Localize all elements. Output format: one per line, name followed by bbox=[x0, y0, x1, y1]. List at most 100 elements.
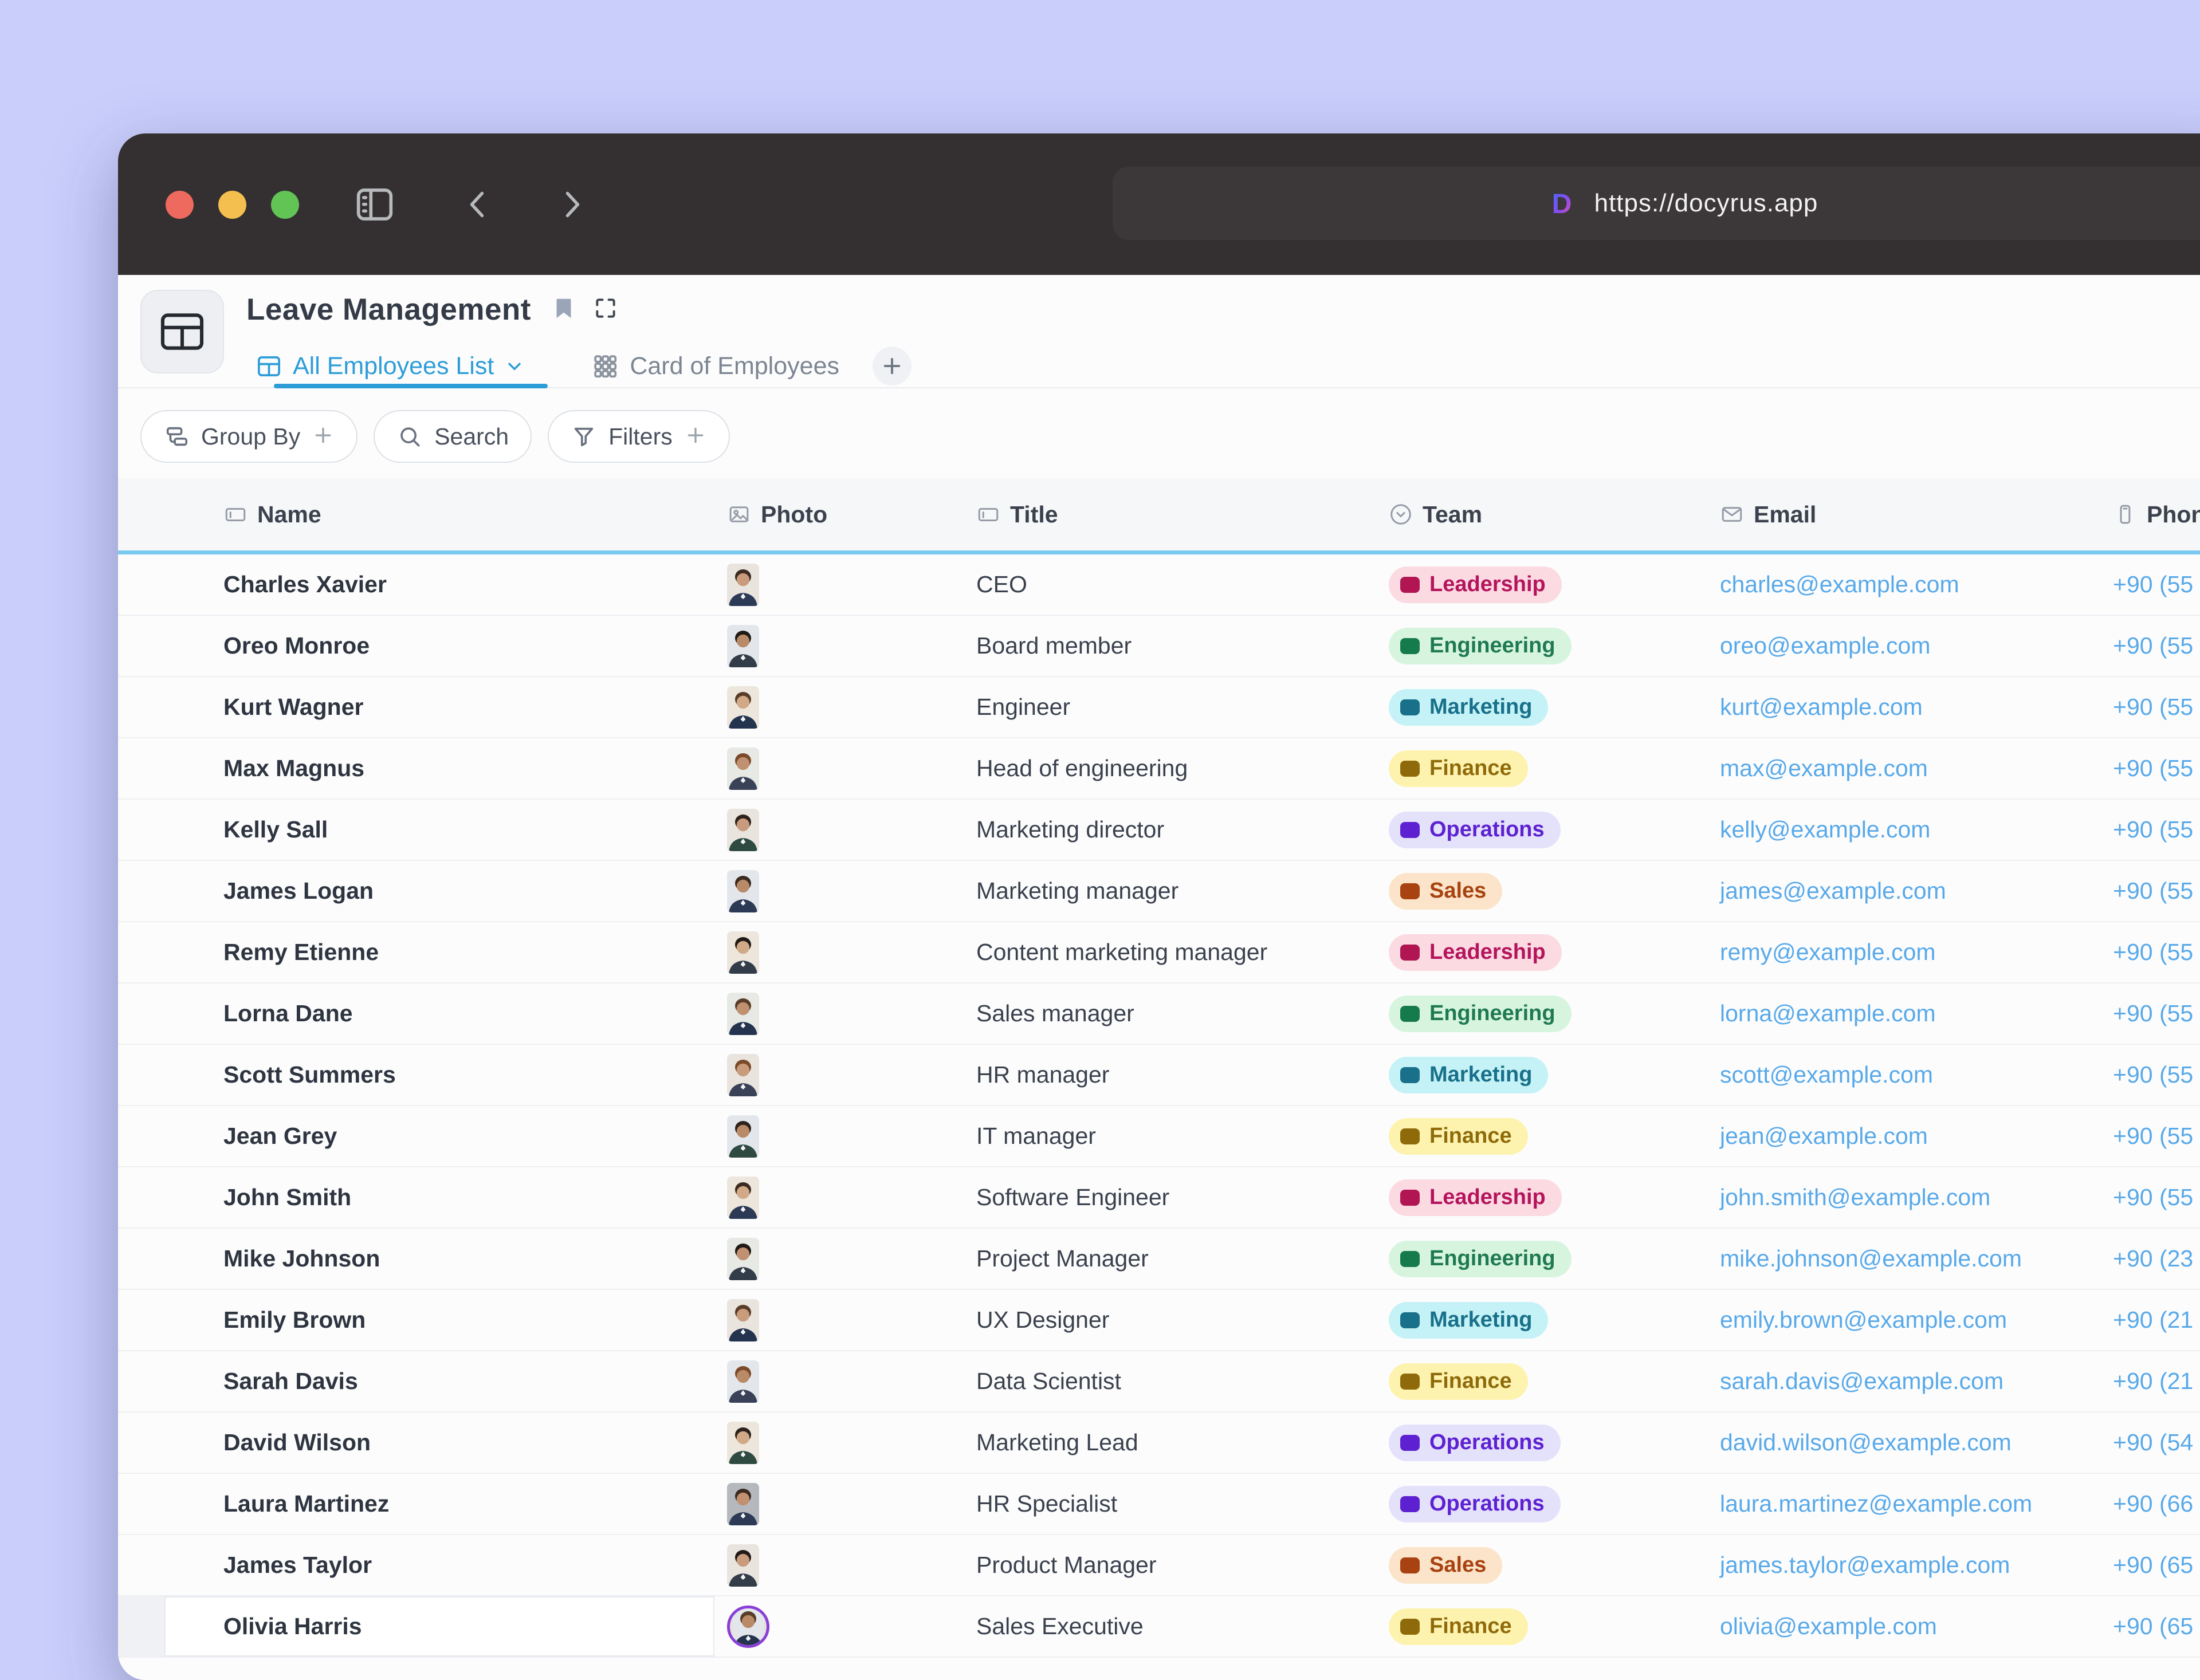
team-cell[interactable]: Engineering bbox=[1381, 627, 1711, 664]
minimize-button[interactable] bbox=[218, 191, 246, 219]
table-row[interactable]: Lorna Dane Sales manager Engineering lorna@… bbox=[118, 983, 2200, 1045]
zoom-button[interactable] bbox=[271, 191, 299, 219]
name-cell[interactable]: Kelly Sall bbox=[164, 816, 714, 843]
title-cell[interactable]: Product Manager bbox=[967, 1552, 1381, 1579]
table-row[interactable]: John Smith Software Engineer Leadership joh… bbox=[118, 1167, 2200, 1229]
employee-photo[interactable] bbox=[727, 563, 759, 606]
table-row[interactable]: Oreo Monroe Board member Engineering oreo@e… bbox=[118, 616, 2200, 677]
phone-cell[interactable]: +90 (54 bbox=[2104, 1429, 2200, 1456]
name-cell[interactable]: James Logan bbox=[164, 878, 714, 904]
table-row[interactable]: Kelly Sall Marketing director Operations ke… bbox=[118, 800, 2200, 861]
photo-cell[interactable] bbox=[714, 686, 967, 729]
phone-cell[interactable]: +90 (55 bbox=[2104, 755, 2200, 782]
photo-cell[interactable] bbox=[714, 1237, 967, 1280]
email-cell[interactable]: james@example.com bbox=[1711, 878, 2104, 904]
title-cell[interactable]: Sales Executive bbox=[967, 1613, 1381, 1640]
team-cell[interactable]: Marketing bbox=[1381, 688, 1711, 726]
name-cell[interactable]: Jean Grey bbox=[164, 1123, 714, 1150]
email-cell[interactable]: mike.johnson@example.com bbox=[1711, 1245, 2104, 1272]
photo-cell[interactable] bbox=[714, 1176, 967, 1219]
team-cell[interactable]: Finance bbox=[1381, 1363, 1711, 1400]
photo-cell[interactable] bbox=[714, 1544, 967, 1587]
phone-cell[interactable]: +90 (65 bbox=[2104, 1613, 2200, 1640]
team-cell[interactable]: Sales bbox=[1381, 1547, 1711, 1584]
group-by-button[interactable]: Group By bbox=[140, 410, 358, 463]
photo-cell[interactable] bbox=[714, 1053, 967, 1096]
table-row[interactable]: Laura Martinez HR Specialist Operations lau… bbox=[118, 1474, 2200, 1535]
team-cell[interactable]: Marketing bbox=[1381, 1056, 1711, 1093]
title-cell[interactable]: Sales manager bbox=[967, 1000, 1381, 1027]
phone-cell[interactable]: +90 (23 bbox=[2104, 1245, 2200, 1272]
table-row[interactable]: Mike Johnson Project Manager Engineering mi… bbox=[118, 1229, 2200, 1290]
email-cell[interactable]: charles@example.com bbox=[1711, 571, 2104, 598]
team-cell[interactable]: Leadership bbox=[1381, 934, 1711, 971]
phone-cell[interactable]: +90 (55 bbox=[2104, 1184, 2200, 1211]
name-cell[interactable]: Oreo Monroe bbox=[164, 632, 714, 659]
employee-email[interactable]: max@example.com bbox=[1720, 755, 1928, 781]
email-cell[interactable]: lorna@example.com bbox=[1711, 1000, 2104, 1027]
email-cell[interactable]: scott@example.com bbox=[1711, 1061, 2104, 1088]
title-cell[interactable]: Content marketing manager bbox=[967, 939, 1381, 966]
photo-cell[interactable] bbox=[714, 992, 967, 1035]
employee-phone[interactable]: +90 (55 bbox=[2113, 816, 2193, 843]
employee-phone[interactable]: +90 (55 bbox=[2113, 939, 2193, 965]
employee-photo[interactable] bbox=[727, 931, 759, 974]
employee-photo[interactable] bbox=[727, 992, 759, 1035]
employee-email[interactable]: jean@example.com bbox=[1720, 1123, 1928, 1149]
employee-phone[interactable]: +90 (65 bbox=[2113, 1552, 2193, 1578]
title-cell[interactable]: Head of engineering bbox=[967, 755, 1381, 782]
column-header-team[interactable]: Team bbox=[1381, 478, 1711, 550]
title-cell[interactable]: CEO bbox=[967, 571, 1381, 598]
tab-card-of-employees[interactable]: Card of Employees bbox=[591, 352, 839, 380]
employee-phone[interactable]: +90 (55 bbox=[2113, 632, 2193, 659]
table-row[interactable]: Emily Brown UX Designer Marketing emily.bro… bbox=[118, 1290, 2200, 1351]
team-cell[interactable]: Operations bbox=[1381, 811, 1711, 848]
close-button[interactable] bbox=[166, 191, 194, 219]
email-cell[interactable]: david.wilson@example.com bbox=[1711, 1429, 2104, 1456]
name-cell[interactable]: Emily Brown bbox=[164, 1307, 714, 1333]
column-header-photo[interactable]: Photo bbox=[714, 478, 967, 550]
phone-cell[interactable]: +90 (55 bbox=[2104, 878, 2200, 904]
team-cell[interactable]: Finance bbox=[1381, 1118, 1711, 1155]
employee-email[interactable]: john.smith@example.com bbox=[1720, 1184, 1990, 1210]
team-cell[interactable]: Sales bbox=[1381, 872, 1711, 910]
bookmark-icon[interactable] bbox=[551, 295, 577, 324]
title-cell[interactable]: Data Scientist bbox=[967, 1368, 1381, 1395]
name-cell[interactable]: Mike Johnson bbox=[164, 1245, 714, 1272]
name-cell[interactable]: Sarah Davis bbox=[164, 1368, 714, 1395]
name-cell[interactable]: Scott Summers bbox=[164, 1061, 714, 1088]
photo-cell[interactable] bbox=[714, 1605, 967, 1648]
team-cell[interactable]: Leadership bbox=[1381, 566, 1711, 603]
employee-email[interactable]: david.wilson@example.com bbox=[1720, 1429, 2012, 1455]
employee-email[interactable]: remy@example.com bbox=[1720, 939, 1936, 965]
employee-phone[interactable]: +90 (55 bbox=[2113, 1061, 2193, 1088]
name-cell[interactable]: Charles Xavier bbox=[164, 571, 714, 598]
title-cell[interactable]: Board member bbox=[967, 632, 1381, 659]
employee-email[interactable]: oreo@example.com bbox=[1720, 632, 1931, 659]
employee-email[interactable]: james@example.com bbox=[1720, 878, 1946, 904]
column-header-email[interactable]: Email bbox=[1711, 478, 2104, 550]
column-header-phone[interactable]: Phone bbox=[2104, 478, 2200, 550]
expand-icon[interactable] bbox=[593, 296, 618, 324]
column-header-title[interactable]: Title bbox=[967, 478, 1381, 550]
name-cell[interactable]: Remy Etienne bbox=[164, 939, 714, 966]
photo-cell[interactable] bbox=[714, 1360, 967, 1403]
team-cell[interactable]: Finance bbox=[1381, 1608, 1711, 1645]
employee-email[interactable]: scott@example.com bbox=[1720, 1061, 1933, 1088]
title-cell[interactable]: Project Manager bbox=[967, 1245, 1381, 1272]
name-cell[interactable]: Kurt Wagner bbox=[164, 694, 714, 721]
employee-photo[interactable] bbox=[727, 1176, 759, 1219]
name-cell[interactable]: Olivia Harris bbox=[164, 1596, 714, 1657]
email-cell[interactable]: laura.martinez@example.com bbox=[1711, 1490, 2104, 1517]
name-cell[interactable]: David Wilson bbox=[164, 1429, 714, 1456]
email-cell[interactable]: sarah.davis@example.com bbox=[1711, 1368, 2104, 1395]
photo-cell[interactable] bbox=[714, 563, 967, 606]
table-row[interactable]: Jean Grey IT manager Finance jean@example.c… bbox=[118, 1106, 2200, 1167]
table-row[interactable]: James Taylor Product Manager Sales james.ta… bbox=[118, 1535, 2200, 1596]
email-cell[interactable]: james.taylor@example.com bbox=[1711, 1552, 2104, 1579]
phone-cell[interactable]: +90 (55 bbox=[2104, 1123, 2200, 1150]
employee-phone[interactable]: +90 (66 bbox=[2113, 1490, 2193, 1517]
table-row[interactable]: Charles Xavier CEO Leadership charles@examp… bbox=[118, 554, 2200, 616]
employee-phone[interactable]: +90 (21 bbox=[2113, 1307, 2193, 1333]
employee-photo[interactable] bbox=[727, 1544, 759, 1587]
